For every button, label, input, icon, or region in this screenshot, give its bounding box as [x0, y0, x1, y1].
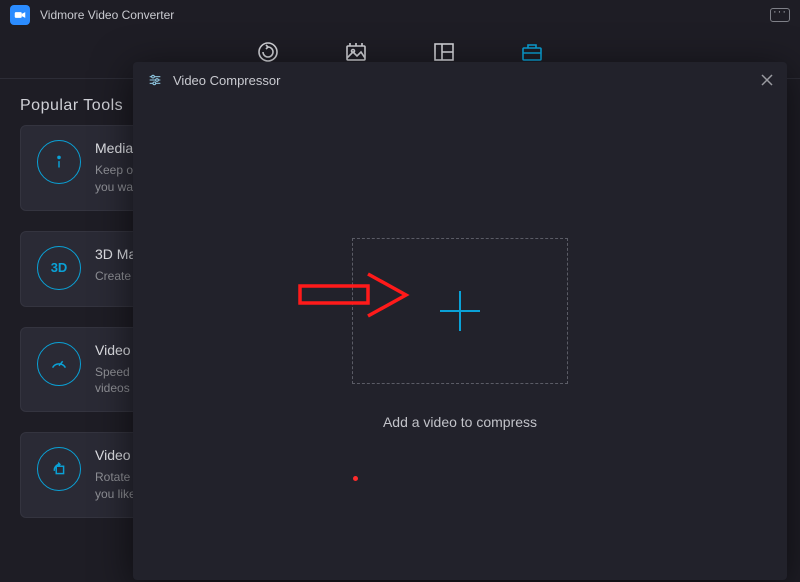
3d-icon: 3D: [37, 246, 81, 290]
nav-collage[interactable]: [430, 40, 458, 64]
nav-media[interactable]: [342, 40, 370, 64]
modal-title: Video Compressor: [173, 73, 280, 88]
drop-zone[interactable]: [352, 238, 568, 384]
title-bar: Vidmore Video Converter: [0, 0, 800, 30]
spinner-icon: [256, 40, 280, 64]
nav-toolbox[interactable]: [518, 40, 546, 64]
info-icon: [37, 140, 81, 184]
sliders-icon: [147, 72, 163, 88]
close-button[interactable]: [761, 74, 773, 86]
camera-icon: [13, 8, 27, 22]
speedometer-icon: [37, 342, 81, 386]
rotate-icon: [37, 447, 81, 491]
more-menu-icon[interactable]: [770, 8, 790, 22]
video-compressor-modal: Video Compressor Add a video to compress: [133, 62, 787, 580]
close-icon: [761, 74, 773, 86]
nav-converter[interactable]: [254, 40, 282, 64]
drop-label: Add a video to compress: [383, 414, 537, 430]
modal-header: Video Compressor: [133, 62, 787, 98]
picture-icon: [344, 40, 368, 64]
app-logo: [10, 5, 30, 25]
annotation-dot: [353, 476, 358, 481]
toolbox-icon: [519, 40, 545, 64]
app-title: Vidmore Video Converter: [40, 8, 174, 22]
collage-icon: [432, 40, 456, 64]
